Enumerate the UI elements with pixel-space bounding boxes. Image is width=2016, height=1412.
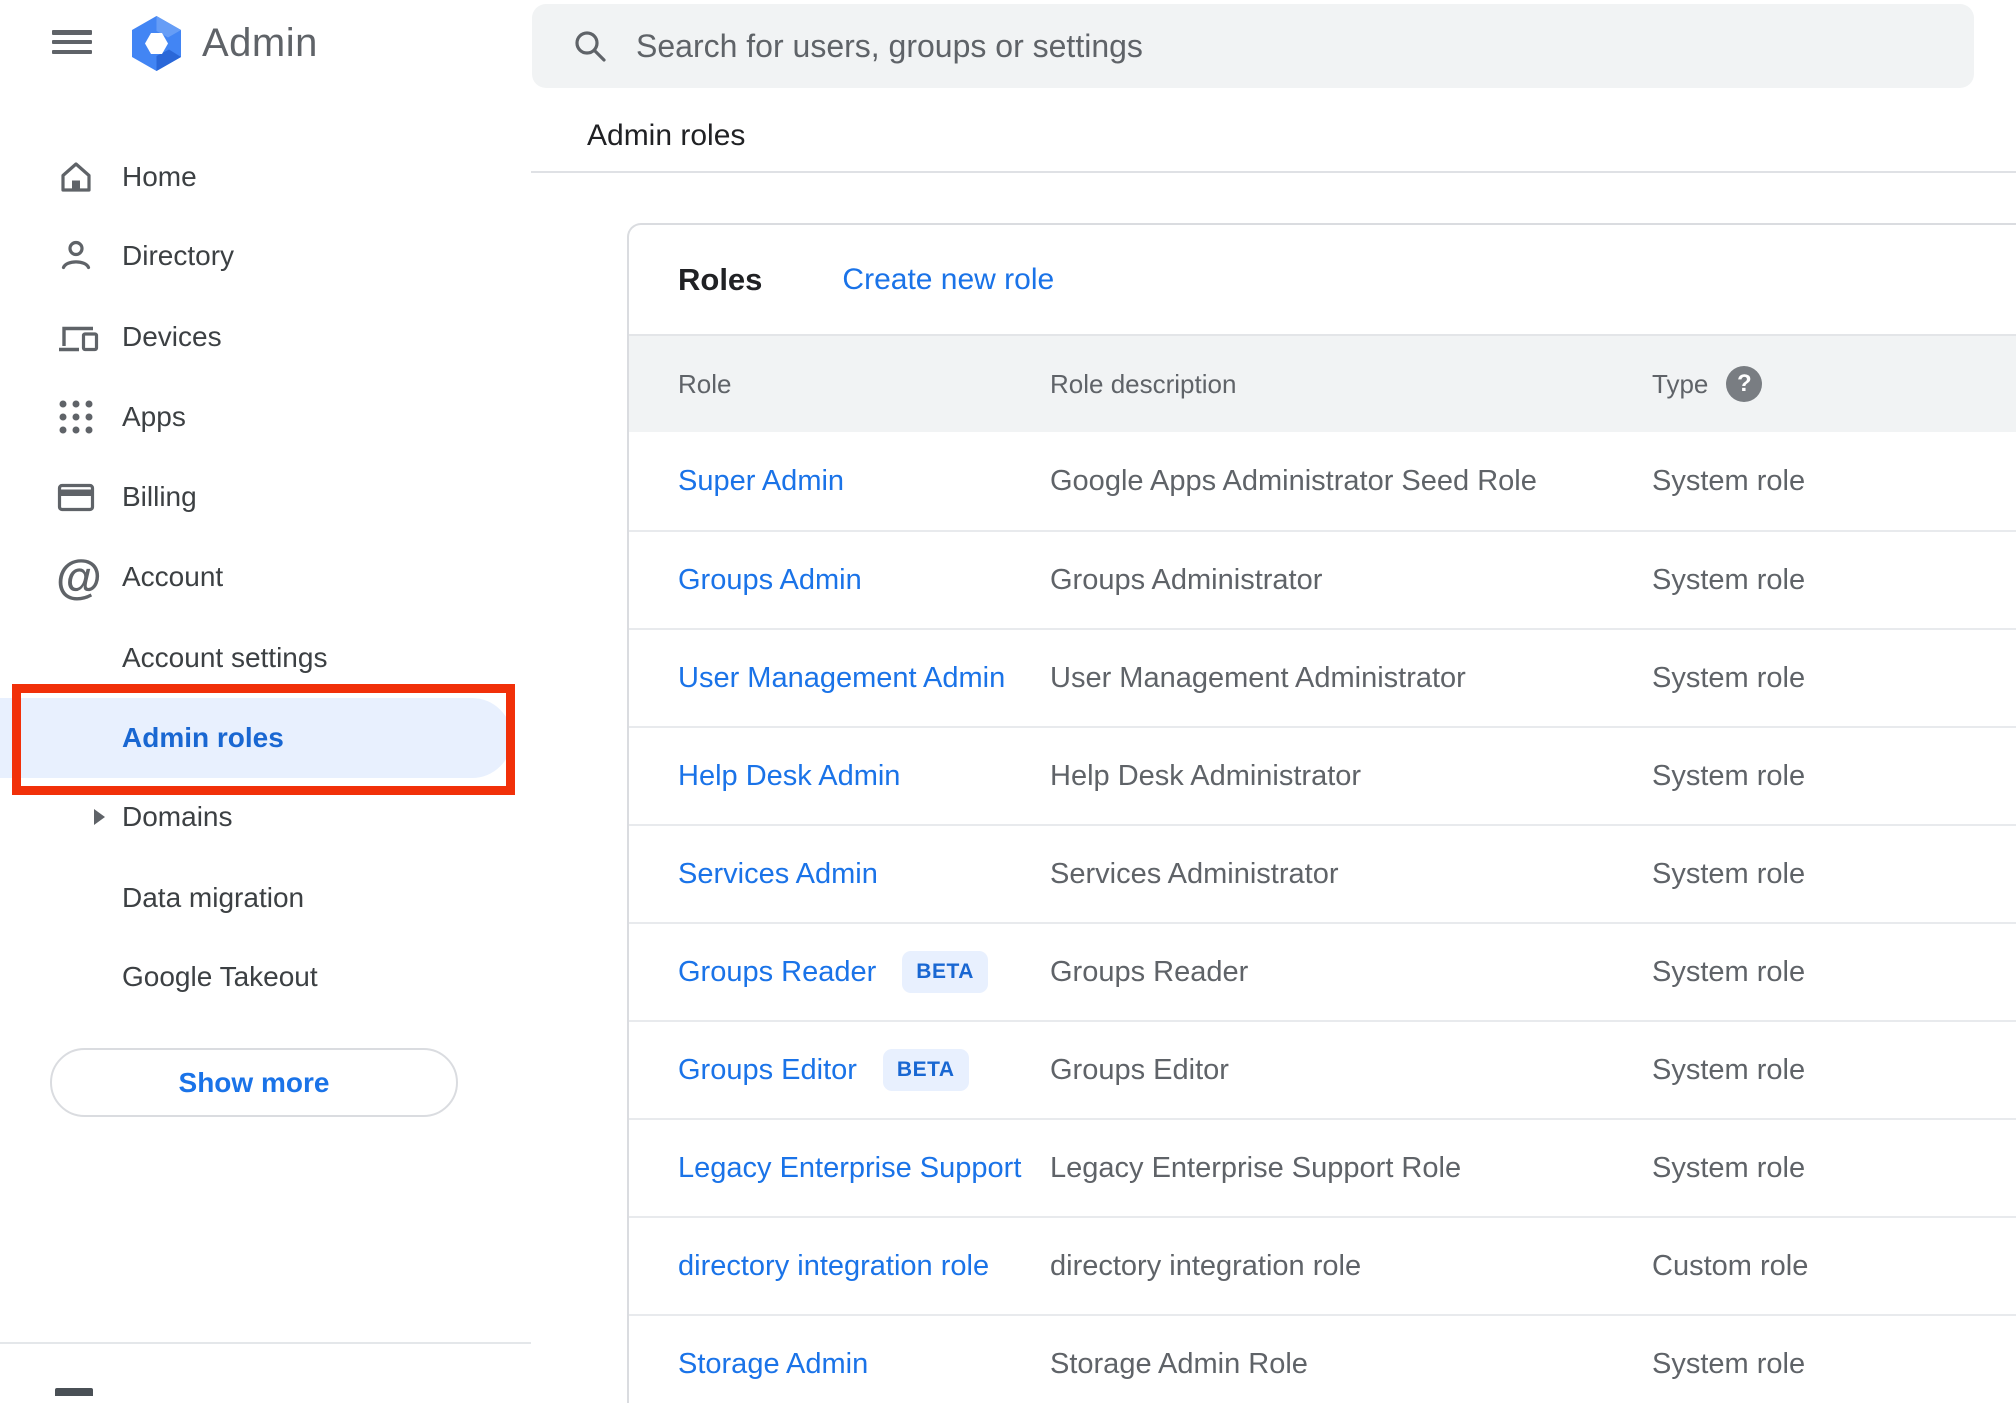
roles-card-header: Roles Create new role (629, 225, 2016, 334)
role-type: System role (1652, 759, 1806, 792)
role-description: Groups Administrator (1050, 563, 1323, 596)
role-description: User Management Administrator (1050, 661, 1466, 694)
role-type: System role (1652, 563, 1806, 596)
role-link[interactable]: Groups Reader (678, 956, 876, 989)
role-description: Services Administrator (1050, 857, 1339, 890)
role-link[interactable]: Help Desk Admin (678, 760, 900, 793)
role-link[interactable]: Groups Editor (678, 1054, 857, 1087)
sidebar-item-label: Data migration (122, 882, 305, 913)
beta-badge: BETA (902, 951, 988, 993)
card-title: Roles (678, 261, 763, 297)
table-header-row: Role Role description Type ? (629, 334, 2016, 432)
table-row: User Management Admin User Management Ad… (629, 628, 2016, 726)
role-description: Groups Reader (1050, 955, 1249, 988)
breadcrumb: Admin roles (587, 119, 746, 152)
sidebar-nav: Home Directory Devices Apps Billing @ Ac… (0, 0, 531, 1396)
table-row: Services Admin Services Administrator Sy… (629, 824, 2016, 922)
table-row: Super Admin Google Apps Administrator Se… (629, 432, 2016, 530)
create-new-role-link[interactable]: Create new role (842, 263, 1054, 297)
sidebar-item-label: Account settings (122, 642, 328, 673)
role-description: Storage Admin Role (1050, 1347, 1308, 1380)
search-input[interactable] (634, 26, 1918, 66)
role-description: Groups Editor (1050, 1053, 1229, 1086)
table-row: Groups Editor BETA Groups Editor System … (629, 1020, 2016, 1118)
sidebar-item-label: Google Takeout (122, 961, 318, 992)
table-row: directory integration role directory int… (629, 1216, 2016, 1314)
sidebar-item-account-settings[interactable]: Account settings (0, 618, 531, 698)
roles-card: Roles Create new role Role Role descript… (627, 223, 2016, 1403)
search-bar[interactable] (532, 4, 1974, 88)
role-type: System role (1652, 1347, 1806, 1380)
header-divider (531, 171, 2016, 173)
role-description: Google Apps Administrator Seed Role (1050, 464, 1537, 497)
sidebar-item-google-takeout[interactable]: Google Takeout (0, 937, 531, 1017)
role-type: System role (1652, 661, 1806, 694)
sidebar: Admin Home Directory Devices Apps Billin… (0, 0, 531, 1396)
role-link[interactable]: Super Admin (678, 465, 844, 498)
table-row: Groups Reader BETA Groups Reader System … (629, 922, 2016, 1020)
role-description: Legacy Enterprise Support Role (1050, 1151, 1462, 1184)
sidebar-item-label: Account (122, 561, 224, 592)
table-row: Groups Admin Groups Administrator System… (629, 530, 2016, 628)
table-row: Legacy Enterprise Support Legacy Enterpr… (629, 1118, 2016, 1216)
show-more-button[interactable]: Show more (50, 1048, 458, 1117)
role-type: System role (1652, 955, 1806, 988)
beta-badge: BETA (882, 1049, 969, 1091)
role-type: System role (1652, 857, 1806, 890)
help-icon[interactable]: ? (1726, 366, 1763, 402)
role-link[interactable]: Legacy Enterprise Support (678, 1152, 1021, 1185)
sidebar-item-account[interactable]: @ Account (0, 537, 531, 617)
sidebar-item-label: Domains (122, 801, 233, 832)
sidebar-item-admin-roles[interactable]: Admin roles (0, 698, 531, 778)
column-header-role: Role (678, 368, 732, 399)
role-link[interactable]: Storage Admin (678, 1348, 868, 1381)
column-header-type: Type (1652, 368, 1709, 399)
role-link[interactable]: User Management Admin (678, 662, 1005, 695)
role-description: Help Desk Administrator (1050, 759, 1362, 792)
sidebar-item-domains[interactable]: Domains (0, 777, 531, 857)
at-sign-icon: @ (56, 550, 102, 603)
table-row: Help Desk Admin Help Desk Administrator … (629, 726, 2016, 824)
expand-arrow-icon (93, 808, 106, 826)
role-link[interactable]: Services Admin (678, 858, 878, 891)
table-row: Storage Admin Storage Admin Role System … (629, 1314, 2016, 1412)
main-content: Admin roles Roles Create new role Role R… (531, 0, 2016, 1403)
sidebar-item-data-migration[interactable]: Data migration (0, 858, 531, 938)
role-type: Custom role (1652, 1249, 1809, 1282)
role-type: System role (1652, 464, 1806, 497)
role-type: System role (1652, 1151, 1806, 1184)
role-description: directory integration role (1050, 1249, 1362, 1282)
column-header-description: Role description (1050, 368, 1237, 399)
role-type: System role (1652, 1053, 1806, 1086)
role-link[interactable]: directory integration role (678, 1250, 989, 1283)
search-icon (570, 26, 610, 66)
roles-table-body: Super Admin Google Apps Administrator Se… (629, 432, 2016, 1412)
sidebar-bottom-divider (0, 1342, 531, 1344)
clipped-bottom-icon (55, 1388, 93, 1396)
role-link[interactable]: Groups Admin (678, 564, 862, 597)
sidebar-item-label: Admin roles (122, 722, 284, 753)
